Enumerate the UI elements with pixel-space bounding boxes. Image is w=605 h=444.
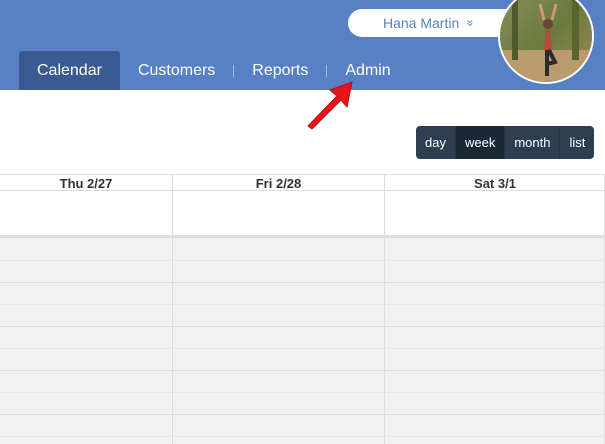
day-header-thu: Thu 2/27 [0, 174, 172, 191]
user-menu[interactable]: Hana Martin » [348, 9, 518, 37]
day-header-fri: Fri 2/28 [172, 174, 385, 191]
slot-divider [0, 436, 605, 437]
tab-customers[interactable]: Customers [120, 51, 233, 90]
annotation-arrow-icon [307, 81, 353, 130]
slot-divider [0, 414, 605, 415]
slot-divider [0, 304, 605, 305]
view-month-button[interactable]: month [505, 126, 561, 159]
time-slots[interactable] [0, 238, 605, 444]
day-header-sat: Sat 3/1 [385, 174, 605, 191]
column-divider [172, 174, 173, 444]
slot-divider [0, 370, 605, 371]
week-calendar-grid: Thu 2/27 Fri 2/28 Sat 3/1 [0, 174, 605, 444]
column-divider [384, 174, 385, 444]
view-switcher: day week month list [416, 126, 595, 159]
all-day-row[interactable] [0, 191, 605, 238]
view-week-button[interactable]: week [455, 126, 506, 159]
slot-divider [0, 282, 605, 283]
view-list-button[interactable]: list [560, 126, 594, 159]
view-day-button[interactable]: day [416, 126, 456, 159]
user-name: Hana Martin [383, 15, 460, 31]
slot-divider [0, 260, 605, 261]
slot-divider [0, 348, 605, 349]
slot-divider [0, 392, 605, 393]
tab-calendar[interactable]: Calendar [19, 51, 120, 90]
slot-divider [0, 326, 605, 327]
chevron-down-icon: » [463, 19, 478, 27]
